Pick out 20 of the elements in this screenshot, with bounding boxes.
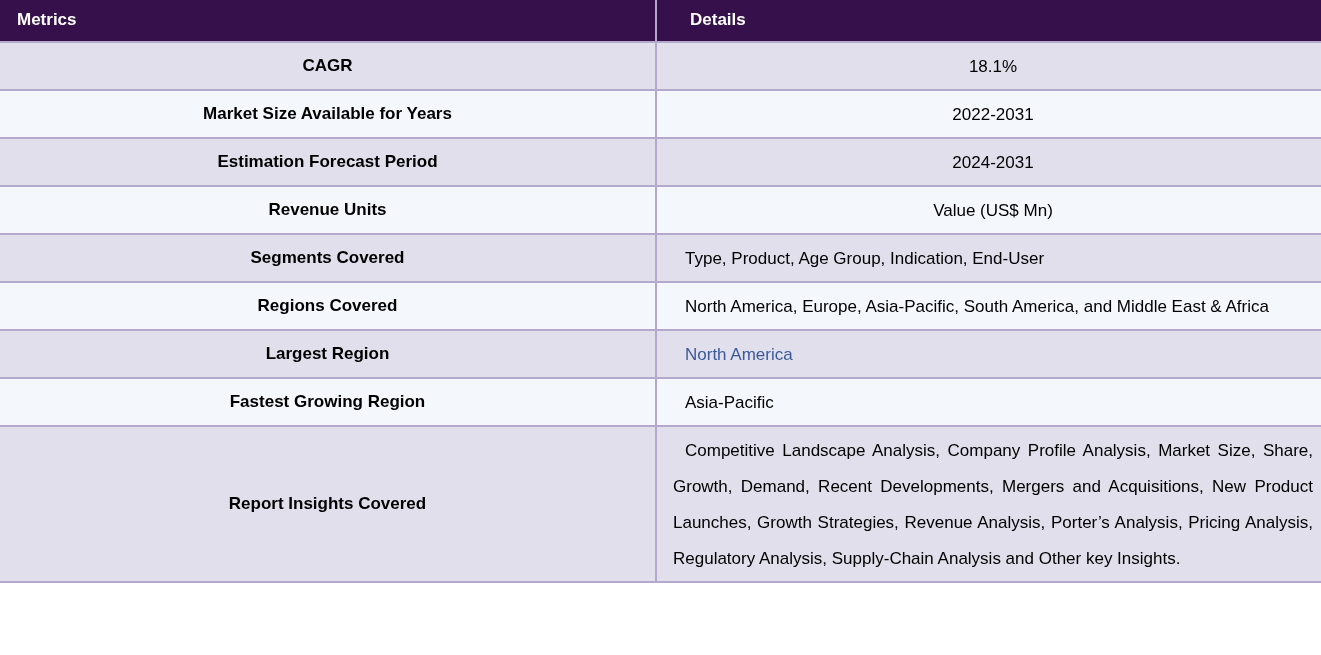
detail-cell: North America, Europe, Asia-Pacific, South America, and Middle East & Africa: [655, 283, 1321, 329]
detail-cell: Asia-Pacific: [655, 379, 1321, 425]
column-header: Details: [655, 0, 1321, 41]
metric-cell-text: CAGR: [301, 55, 354, 77]
detail-cell: 2024-2031: [655, 139, 1321, 185]
metric-cell-text: Fastest Growing Region: [228, 391, 427, 413]
metric-cell-text: Segments Covered: [249, 247, 406, 269]
region-link[interactable]: North America: [685, 345, 793, 364]
detail-cell: 2022-2031: [655, 91, 1321, 137]
detail-cell: 18.1%: [655, 43, 1321, 89]
detail-cell: Value (US$ Mn): [655, 187, 1321, 233]
metric-cell-text: Regions Covered: [256, 295, 399, 317]
metric-cell-text: Report Insights Covered: [227, 493, 428, 515]
detail-cell: Competitive Landscape Analysis, Company Profile Analysis, Market Size, Share, Growth, Demand, Recent Developments, Mergers and Acquisitions, New Product Launches, Growth Strategies, Revenue Analysis, Porter’s Analysis, Pricing Analysis, Regulatory Analysis, Supply-Chain Analysis and Other key Insights.: [655, 427, 1321, 581]
column-header: Metrics: [16, 9, 78, 31]
metric-cell-text: Largest Region: [264, 343, 391, 365]
metric-cell-text: Market Size Available for Years: [202, 103, 453, 125]
detail-cell: Type, Product, Age Group, Indication, End-User: [655, 235, 1321, 281]
metric-cell-text: Revenue Units: [267, 199, 388, 221]
metric-cell-text: Estimation Forecast Period: [216, 151, 439, 173]
